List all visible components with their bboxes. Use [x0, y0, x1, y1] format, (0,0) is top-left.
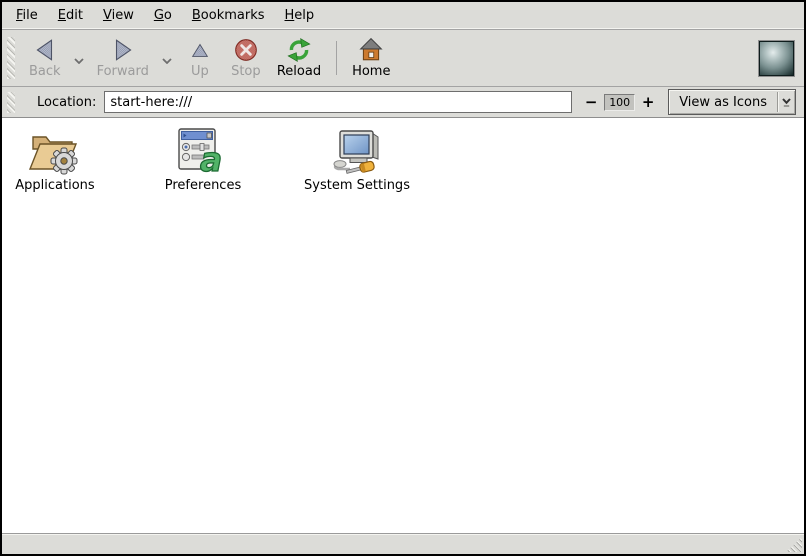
system-settings-label: System Settings [304, 178, 410, 193]
location-label: Location: [37, 95, 96, 110]
zoom-out-button[interactable]: − [584, 93, 598, 111]
menu-edit[interactable]: Edit [48, 4, 93, 27]
status-bar [2, 533, 804, 554]
applications-folder-gear-icon [26, 127, 84, 175]
reload-icon [286, 36, 312, 64]
reload-button[interactable]: Reload [269, 32, 329, 84]
up-arrow-icon [189, 36, 211, 64]
resize-grip-icon[interactable] [786, 537, 802, 552]
home-button-label: Home [352, 64, 390, 80]
status-text [2, 532, 18, 551]
forward-arrow-icon [110, 36, 136, 64]
svg-text:a: a [200, 140, 222, 175]
menu-bar: File Edit View Go Bookmarks Help [2, 2, 804, 30]
stop-button-label: Stop [231, 64, 261, 80]
applications-label: Applications [15, 178, 94, 193]
back-dropdown-chevron-icon[interactable] [71, 48, 87, 68]
system-settings-computer-icon [328, 127, 386, 175]
menu-bookmarks[interactable]: Bookmarks [182, 4, 275, 27]
icon-view-content: Applications a Preferences [2, 118, 804, 533]
toolbar: Back Forward Up [2, 30, 804, 87]
back-button-label: Back [29, 64, 61, 80]
toolbar-grip[interactable] [7, 37, 15, 79]
menu-file[interactable]: File [6, 4, 48, 27]
preferences-capplet-icon: a [174, 127, 232, 175]
back-button[interactable]: Back [21, 32, 69, 84]
stop-icon [233, 36, 259, 64]
zoom-level-indicator: 100 [604, 94, 635, 111]
home-icon [358, 36, 384, 64]
throbber-sphere-icon [758, 40, 795, 77]
dropdown-indicator-icon [778, 96, 795, 108]
view-mode-label: View as Icons [669, 95, 777, 110]
home-button[interactable]: Home [344, 32, 398, 84]
applications-item[interactable]: Applications [2, 127, 108, 193]
toolbar-separator [336, 41, 337, 75]
menu-view[interactable]: View [93, 4, 144, 27]
preferences-item[interactable]: a Preferences [150, 127, 256, 193]
forward-button[interactable]: Forward [89, 32, 157, 84]
location-input[interactable] [104, 91, 572, 113]
system-settings-item[interactable]: System Settings [304, 127, 410, 193]
forward-dropdown-chevron-icon[interactable] [159, 48, 175, 68]
zoom-in-button[interactable]: + [641, 93, 655, 111]
reload-button-label: Reload [277, 64, 321, 80]
up-button[interactable]: Up [177, 32, 223, 84]
forward-button-label: Forward [97, 64, 149, 80]
preferences-label: Preferences [165, 178, 241, 193]
stop-button[interactable]: Stop [223, 32, 269, 84]
location-bar: Location: − 100 + View as Icons [2, 87, 804, 118]
menu-go[interactable]: Go [144, 4, 182, 27]
menu-help[interactable]: Help [275, 4, 325, 27]
back-arrow-icon [32, 36, 58, 64]
view-mode-dropdown[interactable]: View as Icons [668, 89, 796, 115]
up-button-label: Up [191, 64, 209, 80]
file-manager-window: File Edit View Go Bookmarks Help Back Fo… [0, 0, 806, 556]
location-bar-grip[interactable] [7, 92, 15, 113]
